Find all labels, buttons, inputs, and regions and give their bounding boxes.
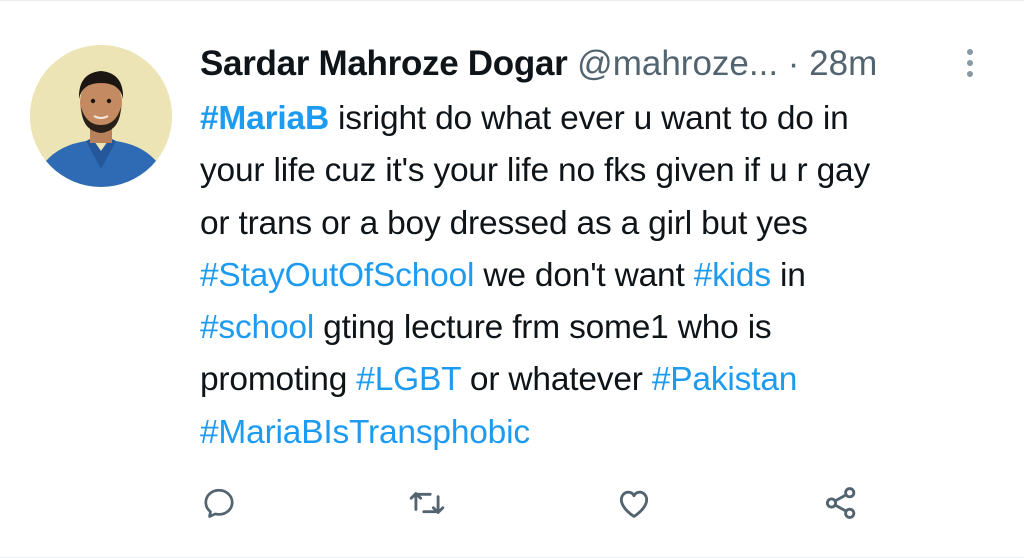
separator-dot: · (787, 44, 800, 83)
tweet-text-segment: isright do what ever u want to do in (328, 100, 849, 137)
hashtag-link[interactable]: #Pakistan (652, 361, 798, 398)
author-handle[interactable]: @mahroze... (577, 44, 778, 83)
tweet-header: Sardar Mahroze Dogar @mahroze... · 28m (200, 43, 960, 85)
tweet-timestamp[interactable]: 28m (809, 44, 877, 83)
reply-button[interactable] (193, 477, 245, 529)
tweet-text-segment: we don't want (474, 256, 694, 294)
retweet-button[interactable] (401, 477, 453, 529)
hashtag-link[interactable]: #LGBT (356, 361, 461, 398)
tweet-text: #MariaB isright do what ever u want to d… (200, 93, 1000, 459)
author-name[interactable]: Sardar Mahroze Dogar (200, 44, 568, 83)
tweet-text-segment: your life cuz it's your life no fks give… (200, 152, 871, 190)
share-icon (825, 487, 856, 519)
tweet-text-segment: or whatever (460, 361, 652, 399)
tweet-text-line: or trans or a boy dressed as a girl but … (200, 198, 1000, 250)
like-button[interactable] (608, 477, 660, 529)
tweet-text-segment: promoting (200, 361, 357, 399)
tweet-text-segment: gting lecture frm some1 who is (314, 309, 772, 347)
more-options-icon[interactable] (958, 49, 982, 83)
tweet-text-line: #MariaBIsTransphobic (200, 407, 1000, 459)
hashtag-link[interactable]: #StayOutOfSchool (200, 257, 474, 294)
tweet-text-segment: in (770, 256, 806, 294)
tweet-text-segment: or trans or a boy dressed as a girl but … (200, 204, 808, 242)
like-icon (619, 490, 649, 518)
action-bar (0, 477, 1024, 529)
hashtag-link[interactable]: #school (200, 309, 314, 346)
tweet-text-line: #StayOutOfSchool we don't want #kids in (200, 250, 1000, 302)
tweet-text-line: your life cuz it's your life no fks give… (200, 145, 1000, 197)
tweet-text-line: #school gting lecture frm some1 who is (200, 302, 1000, 354)
hashtag-link[interactable]: #MariaBIsTransphobic (200, 414, 530, 451)
tweet-card[interactable]: Sardar Mahroze Dogar @mahroze... · 28m #… (0, 0, 1024, 558)
hashtag-link[interactable]: #kids (694, 257, 771, 294)
share-button[interactable] (815, 477, 867, 529)
tweet-text-line: promoting #LGBT or whatever #Pakistan (200, 354, 1000, 406)
tweet-text-line: #MariaB isright do what ever u want to d… (200, 93, 1000, 145)
reply-icon (204, 488, 234, 518)
avatar[interactable] (30, 45, 172, 187)
hashtag-link[interactable]: #MariaB (200, 100, 329, 137)
retweet-icon (409, 492, 445, 514)
